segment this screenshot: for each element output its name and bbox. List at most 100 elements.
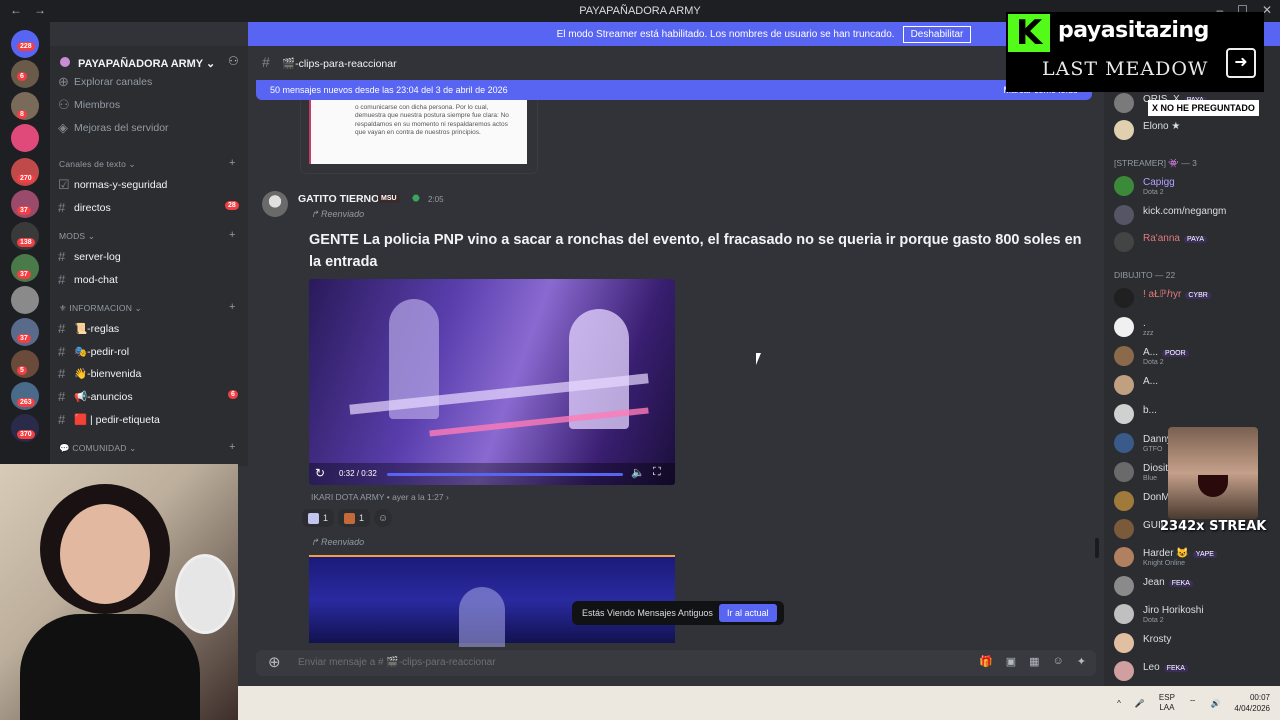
channel-normas-y-seguridad[interactable]: ☑ normas-y-seguridad	[58, 177, 167, 193]
emoji-icon[interactable]: ☺	[1053, 655, 1064, 668]
avatar	[1114, 375, 1134, 395]
wifi-icon[interactable]: ⌔	[1189, 698, 1197, 708]
guild-badge: 37	[17, 334, 31, 343]
chat-scrollbar[interactable]	[1095, 538, 1099, 558]
server-icon[interactable]	[11, 124, 39, 152]
fullscreen-icon[interactable]: ⛶	[653, 466, 661, 479]
member-item[interactable]: Ra'anna PAYA	[1114, 229, 1274, 255]
add-channel-icon[interactable]: +	[229, 157, 235, 169]
add-channel-icon[interactable]: +	[229, 441, 235, 453]
server-icon[interactable]	[11, 286, 39, 314]
stream-overlay-logo: K payasitazing LAST MEADOW ➜	[1006, 12, 1264, 92]
member-name: b...	[1143, 405, 1157, 416]
video-progress-bar[interactable]	[387, 473, 623, 476]
video-attachment[interactable]: ↻ 0:32 / 0:32 🔈 ⛶	[309, 279, 675, 485]
message-input[interactable]: Enviar mensaje a # 🎬-clips-para-reaccion…	[298, 657, 496, 668]
reaction[interactable]: 1	[302, 509, 335, 527]
add-reaction-icon[interactable]: ☺	[374, 509, 393, 527]
member-item[interactable]: A...	[1114, 372, 1274, 398]
new-messages-bar[interactable]: 50 mensajes nuevos desde las 23:04 del 3…	[256, 80, 1092, 100]
category-informacion[interactable]: ⚜ INFORMACION ⌄	[59, 303, 142, 314]
invite-people-icon[interactable]: ⚇	[228, 54, 239, 68]
hash-icon: #	[58, 366, 66, 381]
previous-attachment-image[interactable]: o comunicarse con dicha persona. Por lo …	[309, 100, 527, 164]
replay-icon[interactable]: ↻	[315, 466, 325, 480]
category-comunidad[interactable]: 💬 COMUNIDAD ⌄	[59, 443, 136, 454]
add-channel-icon[interactable]: +	[229, 301, 235, 313]
taskbar: ^ 🎤 ESP LAA ⌔ 🔊 00:07 4/04/2026	[238, 686, 1280, 720]
webcam-overlay	[0, 464, 238, 720]
chevron-up-icon[interactable]: ^	[1117, 699, 1121, 708]
volume-icon[interactable]: 🔈	[631, 466, 645, 479]
channel-reglas[interactable]: # 📜-reglas	[58, 321, 119, 336]
channel-pedir-etiqueta[interactable]: # 🟥 | pedir-etiqueta	[58, 412, 160, 427]
gift-icon[interactable]: 🎁	[979, 655, 993, 668]
guild-badge: 8	[17, 110, 27, 119]
avatar[interactable]	[262, 191, 288, 217]
channel-mod-chat[interactable]: # mod-chat	[58, 272, 118, 287]
avatar	[1114, 346, 1134, 366]
attachment-text: o comunicarse con dicha persona. Por lo …	[355, 104, 509, 137]
hash-icon: #	[58, 344, 66, 359]
member-name: Jiro Horikoshi	[1143, 605, 1204, 616]
disable-streamer-button[interactable]: Deshabilitar	[902, 25, 972, 43]
video-attachment[interactable]	[309, 555, 675, 647]
verified-icon: ⬣	[412, 193, 420, 203]
avatar	[1114, 120, 1134, 140]
channel-directos[interactable]: # directos	[58, 200, 111, 215]
channel-label: 🟥 | pedir-etiqueta	[74, 414, 160, 426]
language-indicator[interactable]: ESP LAA	[1159, 693, 1175, 713]
forwarded-label: ↱ Reenviado	[311, 209, 365, 219]
member-item[interactable]: Krosty	[1114, 630, 1274, 656]
jump-to-present-button[interactable]: Ir al actual	[719, 604, 777, 622]
channel-server-log[interactable]: # server-log	[58, 249, 121, 264]
channel-header: # 🎬-clips-para-reaccionar	[248, 50, 1104, 76]
category-text-channels[interactable]: Canales de texto ⌄	[59, 159, 136, 170]
member-item[interactable]: b...	[1114, 401, 1274, 427]
category-mods[interactable]: MODS ⌄	[59, 231, 95, 242]
channel-label: directos	[74, 201, 111, 214]
sticker-icon[interactable]: ▦	[1029, 655, 1039, 668]
member-item[interactable]: Capigg Dota 2	[1114, 173, 1274, 199]
member-item[interactable]: A... POOR Dota 2	[1114, 343, 1274, 369]
sidebar-item-browse-channels[interactable]: ⊕ Explorar canales	[58, 74, 152, 90]
add-channel-icon[interactable]: +	[229, 229, 235, 241]
sidebar-item-server-boosts[interactable]: ◈ Mejoras del servidor	[58, 120, 169, 136]
member-item[interactable]: Leo FEKA	[1114, 658, 1274, 684]
hash-icon: #	[262, 54, 270, 70]
forward-source[interactable]: IKARI DOTA ARMY • ayer a la 1:27 ›	[311, 492, 449, 502]
attach-plus-icon[interactable]: ⊕	[268, 653, 281, 671]
gif-icon[interactable]: ▣	[1006, 655, 1016, 668]
clock[interactable]: 00:07 4/04/2026	[1234, 692, 1270, 714]
member-name: Ra'anna PAYA	[1143, 233, 1208, 244]
mouse-cursor-icon	[756, 353, 766, 365]
server-header[interactable]: PAYAPAÑADORA ARMY ⌄ ⚇	[50, 50, 248, 76]
reactions: 1 1 ☺	[302, 509, 393, 527]
avatar	[1114, 93, 1134, 113]
microphone-icon[interactable]: 🎤	[1135, 699, 1145, 708]
member-item[interactable]: . zzz	[1114, 314, 1274, 340]
sidebar-item-members[interactable]: ⚇ Miembros	[58, 97, 120, 113]
volume-icon[interactable]: 🔊	[1210, 699, 1220, 708]
member-item[interactable]: Jean FEKA	[1114, 573, 1274, 599]
member-group-header: [STREAMER] 👾 — 3	[1114, 158, 1197, 168]
channel-pedir-rol[interactable]: # 🎭-pedir-rol	[58, 344, 129, 359]
avatar	[1114, 205, 1134, 225]
member-item[interactable]: kick.com/negangm	[1114, 202, 1274, 228]
channel-anuncios[interactable]: # 📢-anuncios	[58, 389, 133, 404]
avatar	[1114, 462, 1134, 482]
member-item[interactable]: Elono ★	[1114, 117, 1274, 143]
message-author[interactable]: GATITO TIERNO	[298, 193, 379, 205]
reaction[interactable]: 1	[338, 509, 371, 527]
apps-icon[interactable]: ✦	[1077, 655, 1086, 668]
guild-badge: 37	[17, 270, 31, 279]
member-item[interactable]: ! aŁℙℎyr CYBR	[1114, 285, 1274, 311]
member-name: kick.com/negangm	[1143, 206, 1227, 217]
channel-bienvenida[interactable]: # 👋-bienvenida	[58, 366, 141, 381]
unread-badge: 6	[228, 390, 238, 399]
old-messages-text: Estás Viendo Mensajes Antiguos	[582, 608, 713, 618]
system-tray: ^ 🎤 ESP LAA ⌔ 🔊 00:07 4/04/2026	[1117, 692, 1270, 714]
member-item[interactable]: Jiro Horikoshi Dota 2	[1114, 601, 1274, 627]
message-composer[interactable]: ⊕ Enviar mensaje a # 🎬-clips-para-reacci…	[256, 650, 1096, 676]
member-item[interactable]: Harder 😺 YAPE Knight Online	[1114, 544, 1274, 570]
